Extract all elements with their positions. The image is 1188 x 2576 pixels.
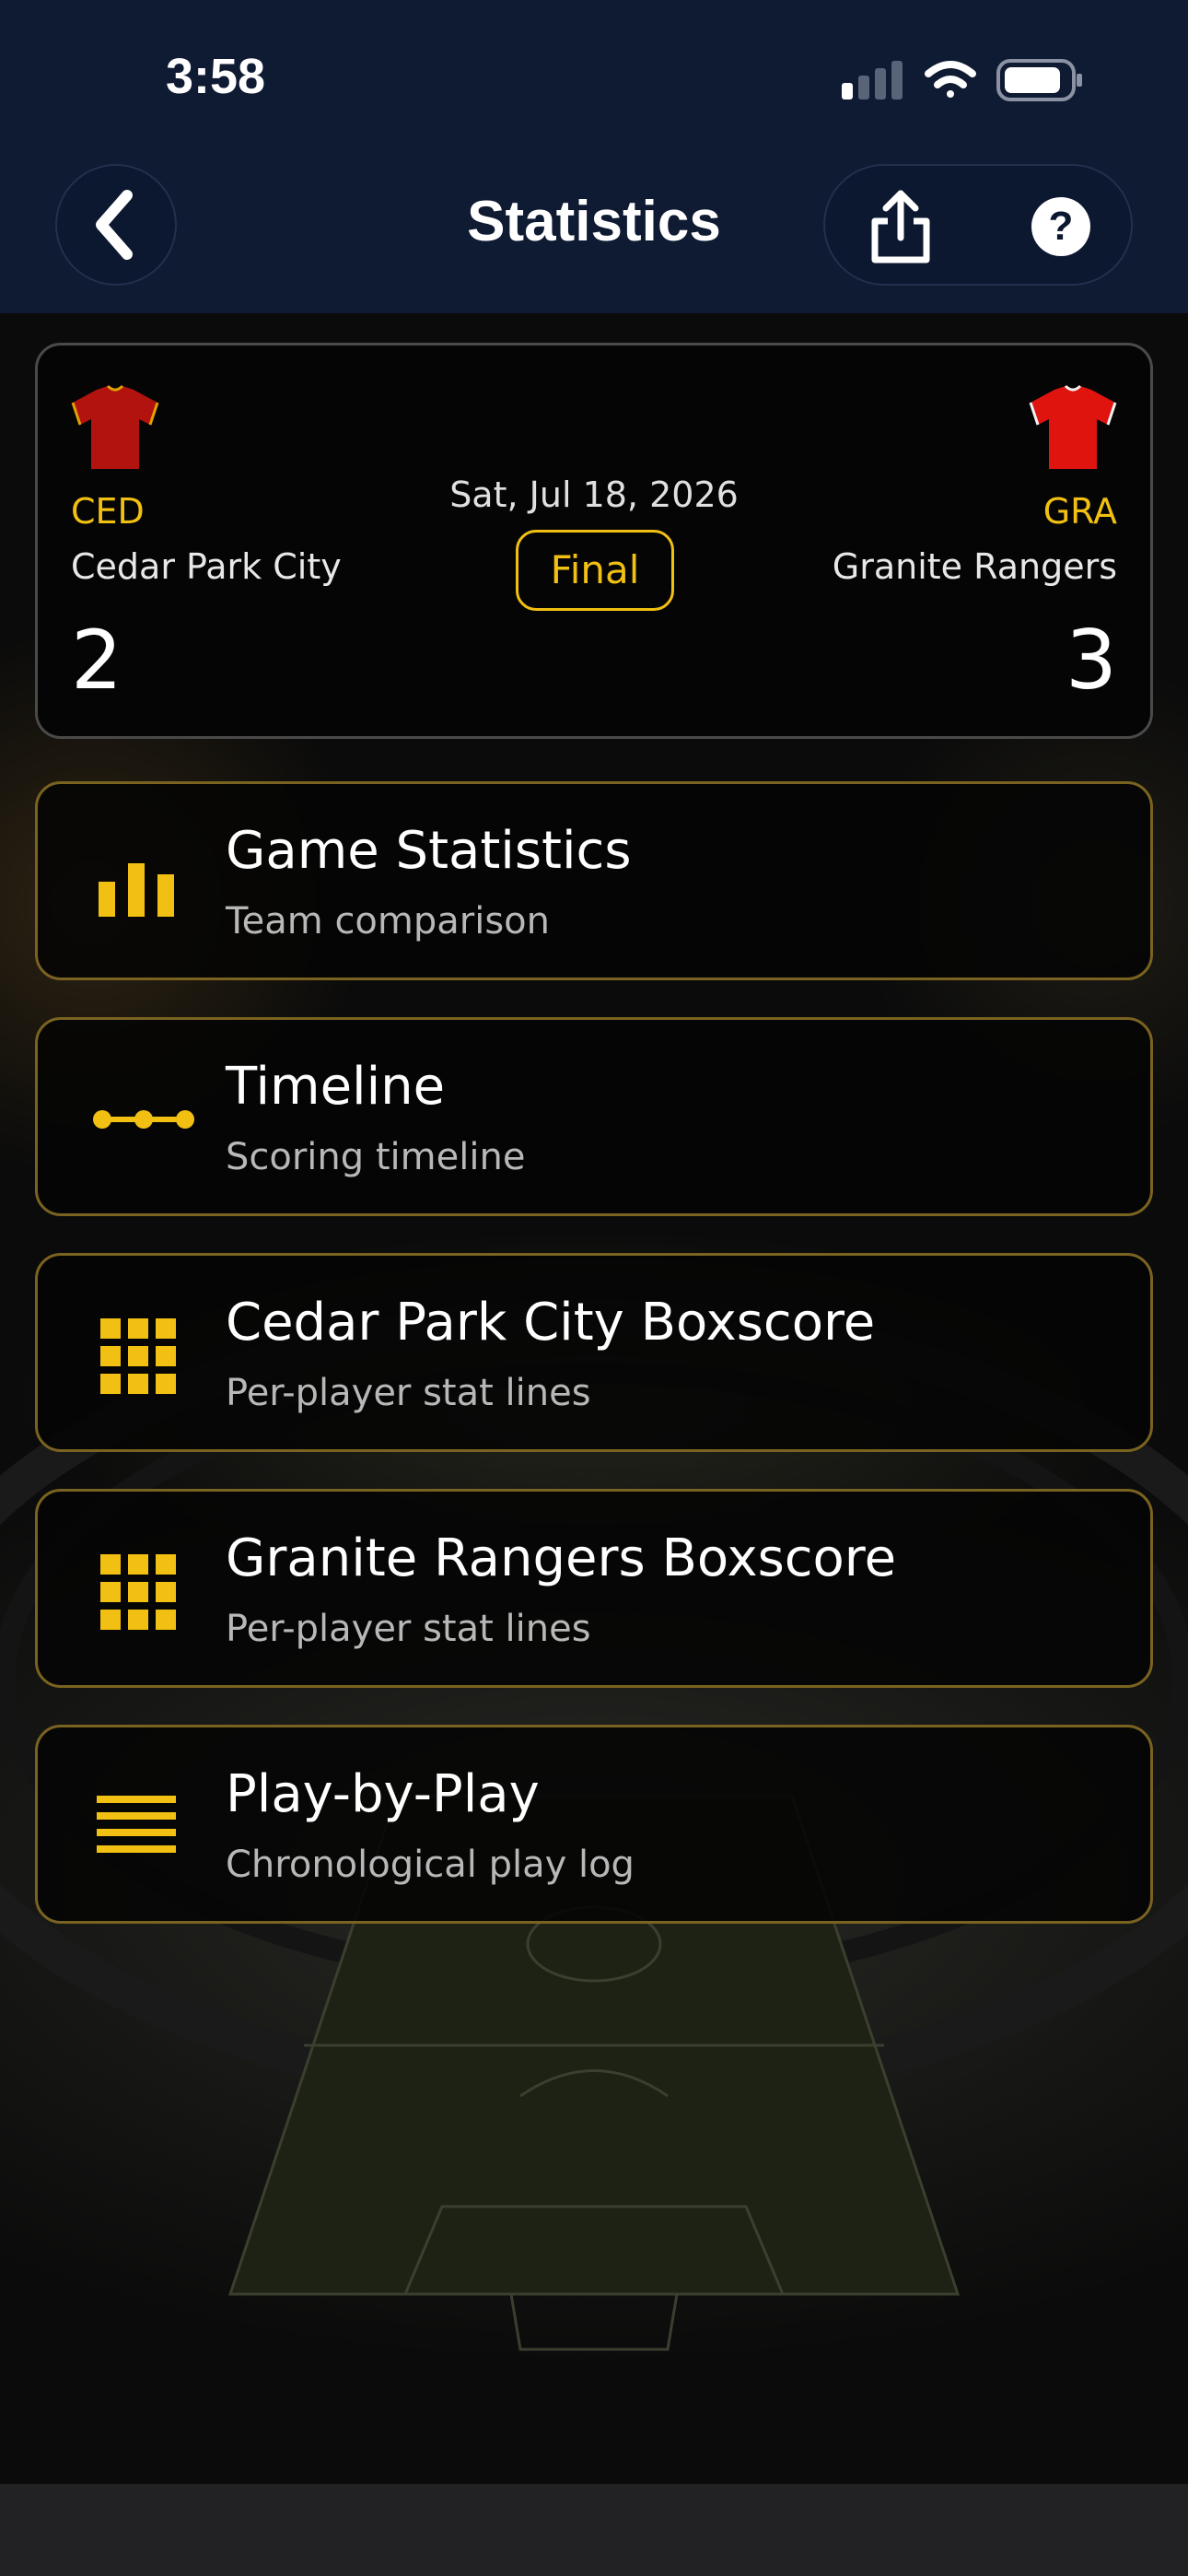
menu-item-away-boxscore[interactable]: Granite Rangers Boxscore Per-player stat… — [35, 1489, 1153, 1688]
menu-item-label: Cedar Park City Boxscore — [226, 1293, 876, 1352]
wifi-icon — [925, 61, 976, 98]
away-jersey-icon — [1029, 384, 1117, 469]
match-score-card: CED Cedar Park City 2 Sat, Jul 18, 2026 … — [35, 343, 1153, 739]
battery-icon — [996, 59, 1082, 101]
menu-item-subtitle: Scoring timeline — [226, 1136, 526, 1178]
menu-item-subtitle: Team comparison — [226, 900, 550, 943]
menu-item-play-by-play[interactable]: Play-by-Play Chronological play log — [35, 1725, 1153, 1924]
home-indicator-bar — [0, 2484, 1188, 2576]
app-header: 3:58 Statistics ? — [0, 0, 1188, 313]
grid-icon — [100, 1554, 176, 1630]
away-team-score: 3 — [1066, 613, 1117, 708]
status-badge: Final — [516, 530, 674, 611]
grid-icon — [100, 1318, 176, 1394]
home-team-name: Cedar Park City — [71, 546, 342, 587]
menu-item-subtitle: Chronological play log — [226, 1844, 635, 1886]
help-icon: ? — [1048, 204, 1074, 249]
match-date: Sat, Jul 18, 2026 — [449, 474, 739, 515]
menu-item-label: Game Statistics — [226, 821, 632, 881]
away-team-name: Granite Rangers — [832, 546, 1117, 587]
menu-item-subtitle: Per-player stat lines — [226, 1608, 591, 1650]
menu-item-label: Play-by-Play — [226, 1764, 540, 1824]
header-actions: ? — [823, 164, 1133, 286]
status-time: 3:58 — [166, 49, 266, 104]
menu-item-subtitle: Per-player stat lines — [226, 1372, 591, 1414]
bar-chart-icon — [99, 863, 174, 917]
signal-icon — [842, 61, 903, 100]
help-button[interactable]: ? — [1031, 197, 1090, 256]
menu-item-label: Granite Rangers Boxscore — [226, 1528, 897, 1588]
away-team-abbr: GRA — [1042, 491, 1117, 532]
menu-item-label: Timeline — [226, 1057, 446, 1117]
home-team-score: 2 — [71, 613, 122, 708]
home-jersey-icon — [71, 384, 159, 469]
menu-item-home-boxscore[interactable]: Cedar Park City Boxscore Per-player stat… — [35, 1253, 1153, 1452]
share-icon — [871, 190, 930, 263]
share-button[interactable] — [864, 188, 938, 265]
status-icons — [838, 57, 1087, 107]
list-icon — [97, 1796, 176, 1853]
menu-item-timeline[interactable]: Timeline Scoring timeline — [35, 1017, 1153, 1216]
menu-item-game-statistics[interactable]: Game Statistics Team comparison — [35, 781, 1153, 980]
timeline-icon — [93, 1110, 194, 1129]
